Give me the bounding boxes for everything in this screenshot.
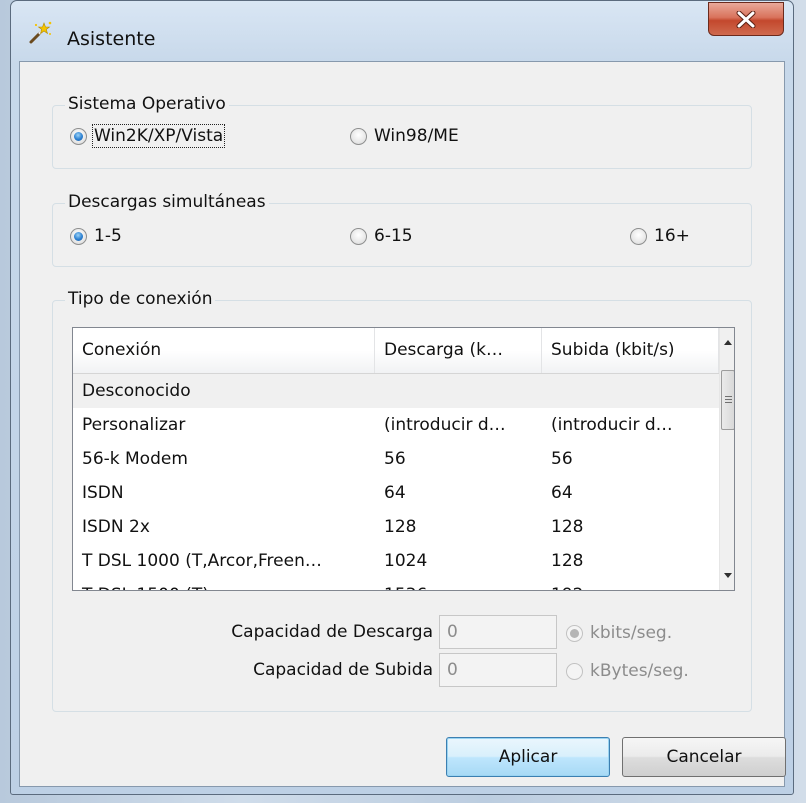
list-body: Desconocido Personalizar (introducir d… (in…: [73, 374, 719, 590]
radio-win2k-xp-vista[interactable]: Win2K/XP/Vista: [70, 124, 226, 148]
connection-list[interactable]: Conexión Descarga (k… Subida (kbit/s) De…: [72, 327, 735, 591]
radio-indicator[interactable]: [630, 227, 647, 245]
list-vertical-scrollbar[interactable]: [719, 328, 734, 590]
list-header: Conexión Descarga (k… Subida (kbit/s): [73, 328, 719, 374]
wizard-dialog: Asistente Sistema Operativo Win2K/XP/Vis…: [10, 0, 794, 795]
radio-indicator[interactable]: [566, 662, 583, 680]
radio-label: 16+: [654, 226, 690, 246]
download-capacity-input[interactable]: [439, 615, 557, 649]
radio-indicator[interactable]: [566, 624, 583, 642]
table-cell: (introducir d…: [551, 415, 673, 435]
table-cell: 64: [384, 483, 406, 503]
column-header-upload[interactable]: Subida (kbit/s): [542, 328, 719, 373]
os-group: Sistema Operativo Win2K/XP/Vista Win98/M…: [52, 94, 752, 169]
table-row[interactable]: ISDN 2x 128 128: [73, 510, 719, 544]
close-button[interactable]: [708, 2, 784, 36]
table-cell: (introducir d…: [384, 415, 506, 435]
cancel-button[interactable]: Cancelar: [622, 737, 786, 777]
radio-label: 6-15: [374, 226, 413, 246]
radio-downloads-1-5[interactable]: 1-5: [70, 226, 122, 246]
upload-capacity-label: Capacidad de Subida: [253, 660, 433, 680]
scroll-up-button[interactable]: [720, 328, 734, 358]
table-row[interactable]: ISDN 64 64: [73, 476, 719, 510]
chevron-up-icon: [720, 340, 734, 363]
connection-group-legend: Tipo de conexión: [65, 289, 216, 309]
table-cell: 128: [551, 517, 584, 537]
upload-capacity-input[interactable]: [439, 653, 557, 687]
radio-label: Win2K/XP/Vista: [91, 124, 226, 148]
table-cell: 128: [384, 517, 417, 537]
column-header-download[interactable]: Descarga (k…: [375, 328, 542, 373]
radio-downloads-6-15[interactable]: 6-15: [350, 226, 413, 246]
table-cell: 128: [551, 551, 584, 571]
table-cell: T DSL 1000 (T,Arcor,Freen…: [82, 551, 322, 571]
radio-label: kbits/seg.: [590, 623, 673, 643]
downloads-group: Descargas simultáneas 1-5 6-15 16+: [52, 192, 752, 267]
table-cell: T DSL 1500 (T): [73, 578, 375, 590]
radio-indicator[interactable]: [350, 127, 367, 145]
radio-label: kBytes/seg.: [590, 661, 689, 681]
table-cell: 1536: [375, 578, 542, 590]
table-cell: Desconocido: [82, 381, 191, 401]
wizard-wand-icon: [27, 20, 53, 46]
scroll-down-button[interactable]: [720, 560, 734, 590]
table-row[interactable]: T DSL 1500 (T)1536192: [73, 578, 719, 590]
radio-indicator[interactable]: [350, 227, 367, 245]
thumb-grip: [725, 399, 732, 400]
chevron-down-icon: [720, 573, 734, 590]
scroll-thumb[interactable]: [721, 370, 734, 430]
table-cell: 56-k Modem: [82, 449, 188, 469]
table-cell: 56: [384, 449, 406, 469]
table-cell: Personalizar: [82, 415, 186, 435]
table-row[interactable]: Desconocido: [73, 374, 719, 408]
table-cell: ISDN 2x: [82, 517, 150, 537]
table-cell: [375, 374, 542, 408]
thumb-grip: [725, 402, 732, 403]
table-cell: 56: [551, 449, 573, 469]
table-cell: 64: [551, 483, 573, 503]
table-cell: 192: [542, 578, 719, 590]
radio-unit-kbits[interactable]: kbits/seg.: [566, 623, 672, 643]
table-cell: 1024: [384, 551, 428, 571]
downloads-group-legend: Descargas simultáneas: [65, 192, 269, 212]
radio-label: 1-5: [94, 226, 122, 246]
download-capacity-label: Capacidad de Descarga: [231, 622, 433, 642]
column-header-connection[interactable]: Conexión: [73, 328, 375, 373]
radio-downloads-16-plus[interactable]: 16+: [630, 226, 690, 246]
radio-label: Win98/ME: [374, 126, 459, 146]
radio-indicator[interactable]: [70, 127, 87, 145]
apply-button[interactable]: Aplicar: [446, 737, 610, 777]
dialog-client-area: Sistema Operativo Win2K/XP/Vista Win98/M…: [19, 61, 786, 787]
table-row[interactable]: T DSL 1000 (T,Arcor,Freen… 1024 128: [73, 544, 719, 578]
dialog-title: Asistente: [67, 28, 156, 50]
table-row[interactable]: 56-k Modem 56 56: [73, 442, 719, 476]
table-cell: ISDN: [82, 483, 124, 503]
table-cell: [542, 374, 719, 408]
radio-win98-me[interactable]: Win98/ME: [350, 126, 459, 146]
os-group-legend: Sistema Operativo: [65, 94, 229, 114]
radio-indicator[interactable]: [70, 227, 87, 245]
title-bar[interactable]: Asistente: [11, 1, 793, 61]
table-row[interactable]: Personalizar (introducir d… (introducir d…: [73, 408, 719, 442]
thumb-grip: [725, 396, 732, 397]
radio-unit-kbytes[interactable]: kBytes/seg.: [566, 661, 689, 681]
